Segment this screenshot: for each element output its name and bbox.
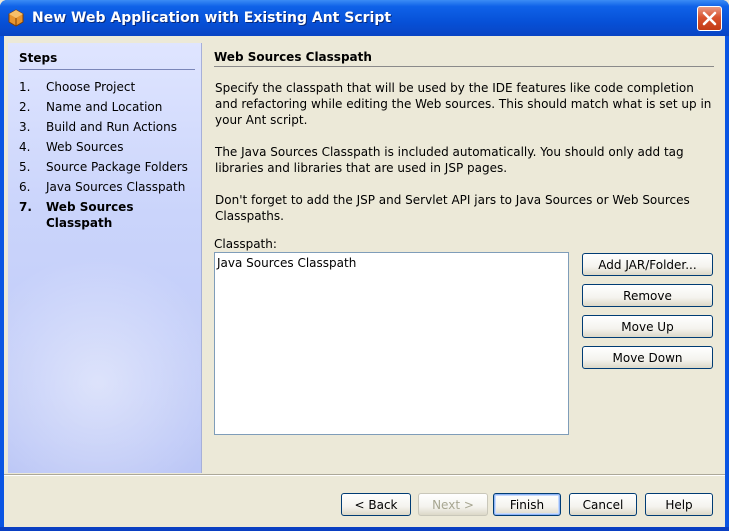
step-item: 1. Choose Project [19,79,199,95]
step-number: 1. [19,80,31,94]
add-jar-folder-button[interactable]: Add JAR/Folder... [582,253,713,276]
description-paragraph: The Java Sources Classpath is included a… [215,145,684,175]
panel-title-divider [214,66,714,67]
step-label: Name and Location [46,100,163,114]
dialog-client-area: Steps 1. Choose Project 2. Name and Locati… [4,36,725,527]
step-item: 4. Web Sources [19,139,199,155]
step-label: Source Package Folders [46,160,188,174]
classpath-label: Classpath: [214,237,277,251]
move-up-button[interactable]: Move Up [582,315,713,338]
title-bar[interactable]: New Web Application with Existing Ant Sc… [0,0,729,36]
classpath-list[interactable]: Java Sources Classpath [214,252,569,435]
description-paragraph: Specify the classpath that will be used … [215,81,712,127]
help-button[interactable]: Help [645,493,713,516]
window-bottom-border [0,527,729,531]
cancel-button[interactable]: Cancel [569,493,637,516]
step-item-current: 7. Web Sources Classpath [19,199,199,231]
step-number: 7. [19,200,32,214]
close-icon [702,11,717,26]
step-number: 6. [19,180,31,194]
step-number: 5. [19,160,31,174]
close-button[interactable] [697,6,722,31]
steps-panel: Steps 1. Choose Project 2. Name and Locati… [8,43,202,473]
step-label: Choose Project [46,80,136,94]
step-label: Java Sources Classpath [46,180,186,194]
steps-list: 1. Choose Project 2. Name and Location 3. B… [19,79,199,235]
step-number: 4. [19,140,31,154]
footer-divider [4,474,725,476]
step-item: 5. Source Package Folders [19,159,199,175]
next-button[interactable]: Next > [418,493,488,516]
step-label: Web Sources [46,140,124,154]
step-item: 2. Name and Location [19,99,199,115]
finish-button[interactable]: Finish [493,493,561,516]
step-number: 3. [19,120,31,134]
dialog-window: New Web Application with Existing Ant Sc… [0,0,729,531]
step-item: 6. Java Sources Classpath [19,179,199,195]
panel-title: Web Sources Classpath [214,50,372,64]
step-label: Web Sources Classpath [46,200,134,230]
steps-divider [19,69,195,70]
netbeans-project-icon [7,9,25,27]
back-button[interactable]: < Back [341,493,411,516]
step-item: 3. Build and Run Actions [19,119,199,135]
step-number: 2. [19,100,31,114]
description-paragraph: Don't forget to add the JSP and Servlet … [215,193,690,223]
window-title: New Web Application with Existing Ant Sc… [32,10,392,26]
remove-button[interactable]: Remove [582,284,713,307]
move-down-button[interactable]: Move Down [582,346,713,369]
classpath-list-item[interactable]: Java Sources Classpath [216,255,567,271]
step-label: Build and Run Actions [46,120,177,134]
steps-title: Steps [19,51,58,65]
